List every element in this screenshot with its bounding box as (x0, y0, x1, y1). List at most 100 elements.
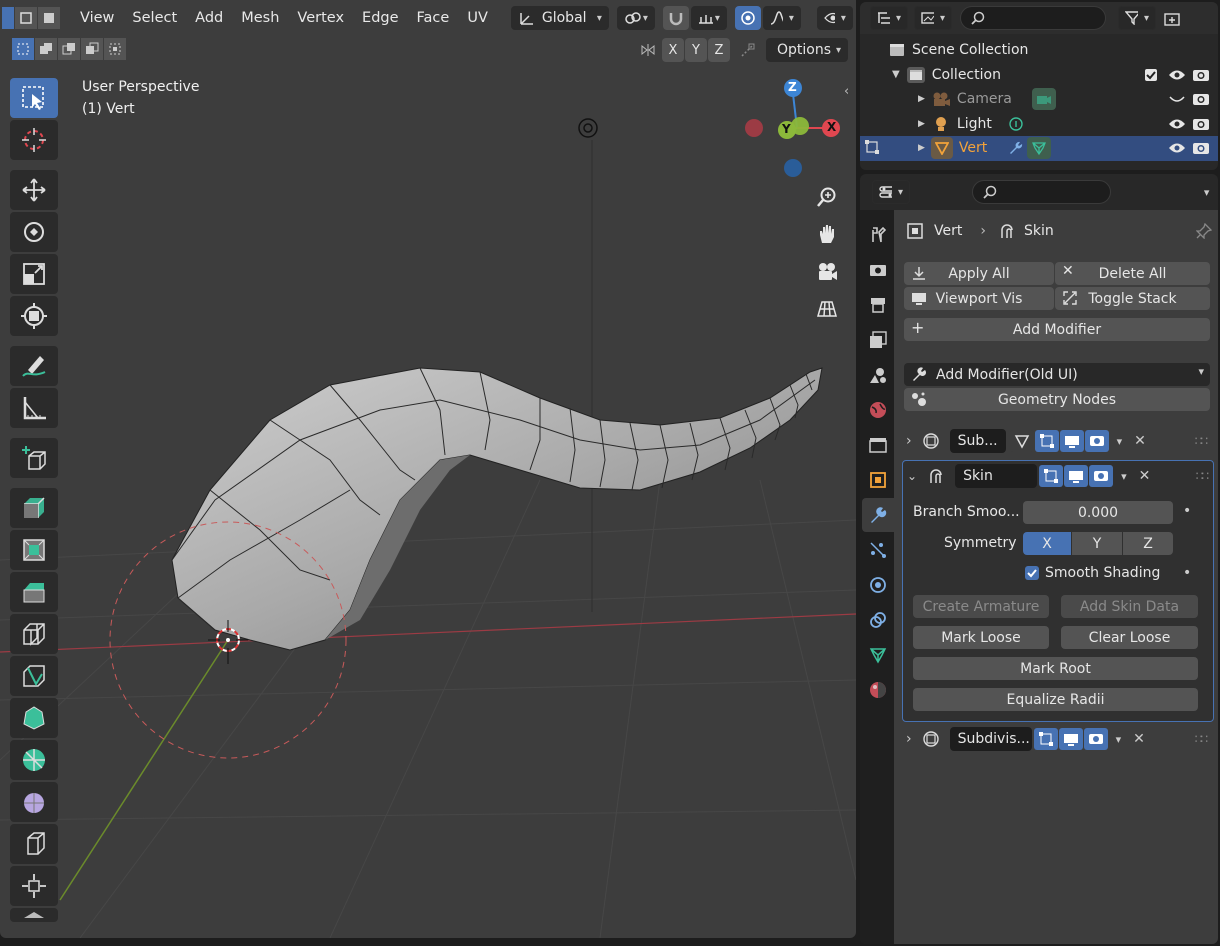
modifier-skin-header[interactable]: ⌄ Skin ▾ ✕ ∷∷ (905, 461, 1211, 491)
inset-tool[interactable] (10, 530, 58, 570)
tab-modifiers[interactable] (862, 498, 894, 532)
symmetry-y-toggle[interactable]: Y (1072, 532, 1122, 555)
mirror-y-toggle[interactable]: Y (685, 38, 707, 62)
expand-chevron-icon[interactable]: › (906, 433, 912, 449)
modifier-subsurf-header[interactable]: › Sub... ▾ ✕ ∷∷ (904, 426, 1210, 456)
outliner-row-vert[interactable]: ▶ Vert (860, 136, 1218, 161)
menu-mesh[interactable]: Mesh (232, 6, 288, 30)
options-dropdown[interactable]: Options ▾ (766, 38, 848, 62)
zoom-button[interactable] (810, 180, 844, 214)
eye-closed-icon[interactable] (1168, 92, 1186, 106)
outliner-row-camera[interactable]: ▶ Camera (860, 87, 1218, 112)
edit-mode-toggle[interactable] (1034, 430, 1059, 452)
select-subtract-mode[interactable] (58, 38, 80, 60)
keyframe-dot-icon[interactable]: • (1183, 503, 1191, 519)
menu-uv[interactable]: UV (458, 6, 497, 30)
overlay-visibility-dropdown[interactable]: ▾ (816, 6, 853, 30)
menu-view[interactable]: View (71, 6, 123, 30)
rip-region-tool[interactable] (10, 908, 58, 922)
chevron-down-icon[interactable]: ▾ (1121, 470, 1127, 483)
modifier-name-field[interactable]: Subdivis... (949, 727, 1032, 751)
create-armature-button[interactable]: Create Armature (913, 595, 1049, 618)
poly-build-tool[interactable] (10, 698, 58, 738)
on-cage-toggle[interactable] (1009, 430, 1034, 452)
edge-select-mode[interactable] (15, 7, 37, 29)
tab-world[interactable] (862, 393, 894, 427)
loop-cut-tool[interactable] (10, 614, 58, 654)
branch-smoothing-field[interactable]: 0.000 (1023, 501, 1173, 524)
scale-tool[interactable] (10, 254, 58, 294)
chevron-down-icon[interactable]: ▾ (1117, 435, 1123, 448)
display-mode-dropdown[interactable]: ▾ (914, 6, 952, 30)
tab-data[interactable] (862, 638, 894, 672)
topology-mirror-icon[interactable] (736, 38, 760, 62)
sidebar-toggle-icon[interactable]: ‹ (844, 84, 849, 99)
tab-render[interactable] (862, 253, 894, 287)
apply-all-button[interactable]: Apply All (904, 262, 1054, 285)
face-select-mode[interactable] (38, 7, 60, 29)
tab-object[interactable] (862, 463, 894, 497)
rotate-tool[interactable] (10, 212, 58, 252)
pan-button[interactable] (810, 217, 844, 251)
viewport-toggle[interactable] (1058, 728, 1083, 750)
tab-constraints[interactable] (862, 603, 894, 637)
smooth-shading-checkbox[interactable]: Smooth Shading (1024, 565, 1160, 581)
viewport-vis-button[interactable]: Viewport Vis (904, 287, 1054, 310)
snap-toggle[interactable] (662, 6, 689, 30)
menu-add[interactable]: Add (186, 6, 232, 30)
measure-tool[interactable] (10, 388, 58, 428)
edit-mode-icon[interactable] (864, 139, 882, 157)
symmetry-z-toggle[interactable]: Z (1123, 532, 1173, 555)
camera-render-icon[interactable] (1192, 116, 1210, 132)
close-icon[interactable]: ✕ (1133, 731, 1145, 747)
camera-render-icon[interactable] (1192, 91, 1210, 107)
transform-tool[interactable] (10, 296, 58, 336)
render-toggle[interactable] (1083, 728, 1108, 750)
add-cube-tool[interactable] (10, 438, 58, 478)
transform-orientation-dropdown[interactable]: Global ▾ (510, 6, 609, 30)
cursor-tool[interactable] (10, 120, 58, 160)
modifier-name-field[interactable]: Sub... (949, 429, 1006, 453)
knife-tool[interactable] (10, 656, 58, 696)
select-intersect-mode[interactable] (104, 38, 126, 60)
camera-render-icon[interactable] (1192, 140, 1210, 156)
tab-physics[interactable] (862, 568, 894, 602)
edit-mode-toggle[interactable] (1033, 728, 1058, 750)
drag-handle-icon[interactable]: ∷∷ (1196, 469, 1209, 483)
select-invert-mode[interactable] (81, 38, 103, 60)
new-collection-button[interactable] (1160, 6, 1184, 30)
editor-type-dropdown[interactable]: ▾ (872, 180, 910, 204)
checkbox-checked-icon[interactable] (1144, 68, 1158, 82)
eye-icon[interactable] (1168, 68, 1186, 82)
drag-handle-icon[interactable]: ∷∷ (1195, 732, 1208, 746)
keyframe-dot-icon[interactable]: • (1183, 565, 1191, 581)
menu-vertex[interactable]: Vertex (288, 6, 353, 30)
select-new-mode[interactable] (12, 38, 34, 60)
smooth-tool[interactable] (10, 782, 58, 822)
equalize-radii-button[interactable]: Equalize Radii (913, 688, 1198, 711)
tab-scene[interactable] (862, 358, 894, 392)
camera-render-icon[interactable] (1192, 67, 1210, 83)
clear-loose-button[interactable]: Clear Loose (1061, 626, 1198, 649)
tab-collection[interactable] (862, 428, 894, 462)
add-modifier-button[interactable]: + Add Modifier (904, 318, 1210, 341)
expand-arrow-icon[interactable]: ▶ (918, 94, 925, 104)
mirror-z-toggle[interactable]: Z (708, 38, 730, 62)
menu-edge[interactable]: Edge (353, 6, 408, 30)
3d-viewport[interactable]: Z Y X View Select Add Mesh Vertex Edge F… (0, 0, 856, 938)
expand-arrow-icon[interactable]: ▶ (918, 119, 925, 129)
select-box-tool[interactable] (10, 78, 58, 118)
outliner-row-collection[interactable]: ▼ Collection (860, 63, 1218, 88)
proportional-editing-toggle[interactable] (734, 6, 761, 30)
expand-chevron-icon[interactable]: › (906, 731, 912, 747)
tab-view-layer[interactable] (862, 323, 894, 357)
mesh-data-icon[interactable] (1027, 137, 1052, 160)
edit-mode-toggle[interactable] (1039, 465, 1064, 487)
eye-icon[interactable] (1168, 141, 1186, 155)
add-skin-data-button[interactable]: Add Skin Data (1061, 595, 1198, 618)
symmetry-x-toggle[interactable]: X (1023, 532, 1071, 555)
falloff-dropdown[interactable]: ▾ (762, 6, 801, 30)
properties-options-button[interactable]: ▾ (1195, 180, 1218, 204)
tab-output[interactable] (862, 288, 894, 322)
wrench-icon[interactable] (1007, 140, 1023, 156)
